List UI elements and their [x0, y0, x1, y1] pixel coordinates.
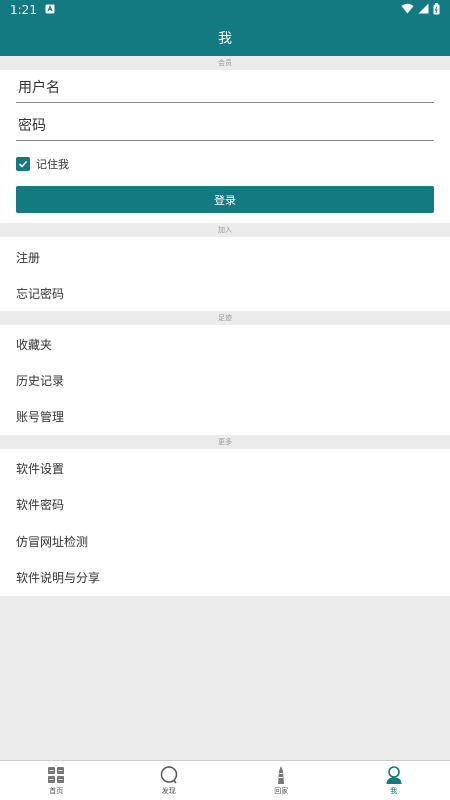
nav-item-home-return[interactable]: 回家: [225, 761, 338, 800]
remember-me-row[interactable]: 记住我: [16, 156, 69, 172]
tower-icon: [270, 765, 292, 785]
menu-item-label: 仿冒网址检测: [16, 534, 89, 549]
bottom-nav: 首页 发现 回家 我: [0, 760, 450, 800]
section-header-more: 更多: [0, 435, 450, 449]
menu-item-history[interactable]: 历史记录: [0, 362, 450, 398]
menu-item-label: 忘记密码: [16, 286, 65, 301]
menu-item-label: 软件设置: [16, 461, 65, 476]
menu-item-label: 账号管理: [16, 409, 65, 424]
menu-item-phishing-check[interactable]: 仿冒网址检测: [0, 523, 450, 559]
section-header-member: 会员: [0, 56, 450, 70]
menu-item-about-share[interactable]: 软件说明与分享: [0, 559, 450, 595]
check-icon: [18, 160, 28, 168]
login-button-label: 登录: [214, 193, 236, 207]
menu-item-label: 收藏夹: [16, 337, 53, 352]
nav-label: 回家: [274, 787, 289, 795]
menu-item-forgot-password[interactable]: 忘记密码: [0, 275, 450, 311]
remember-checkbox[interactable]: [16, 157, 30, 171]
app-bar: 我: [0, 20, 450, 56]
grid-icon: [45, 765, 67, 785]
nav-item-discover[interactable]: 发现: [113, 761, 226, 800]
status-time: 1:21: [10, 3, 37, 17]
signal-icon: [418, 3, 429, 17]
person-icon: [383, 765, 405, 785]
status-bar: 1:21: [0, 0, 450, 20]
battery-icon: [433, 2, 440, 18]
menu-item-label: 软件密码: [16, 497, 65, 512]
notification-icon: [45, 3, 55, 17]
menu-item-favorites[interactable]: 收藏夹: [0, 326, 450, 362]
nav-label: 我: [390, 787, 398, 795]
wifi-icon: [401, 3, 414, 17]
section-header-join: 加入: [0, 223, 450, 237]
nav-label: 发现: [161, 787, 176, 795]
menu-item-label: 软件说明与分享: [16, 570, 101, 585]
nav-item-home[interactable]: 首页: [0, 761, 113, 800]
search-icon: [158, 765, 180, 785]
menu-item-account-management[interactable]: 账号管理: [0, 398, 450, 434]
password-input[interactable]: [16, 111, 434, 141]
remember-label: 记住我: [36, 158, 69, 171]
menu-item-register[interactable]: 注册: [0, 239, 450, 275]
menu-item-app-settings[interactable]: 软件设置: [0, 450, 450, 486]
menu-item-label: 历史记录: [16, 373, 65, 388]
nav-label: 首页: [49, 787, 64, 795]
username-input[interactable]: [16, 73, 434, 103]
nav-item-me[interactable]: 我: [338, 761, 450, 800]
menu-item-label: 注册: [16, 250, 41, 265]
menu-item-app-password[interactable]: 软件密码: [0, 486, 450, 522]
page-title: 我: [218, 31, 232, 47]
section-header-footprint: 足迹: [0, 311, 450, 325]
login-button[interactable]: 登录: [16, 186, 434, 213]
